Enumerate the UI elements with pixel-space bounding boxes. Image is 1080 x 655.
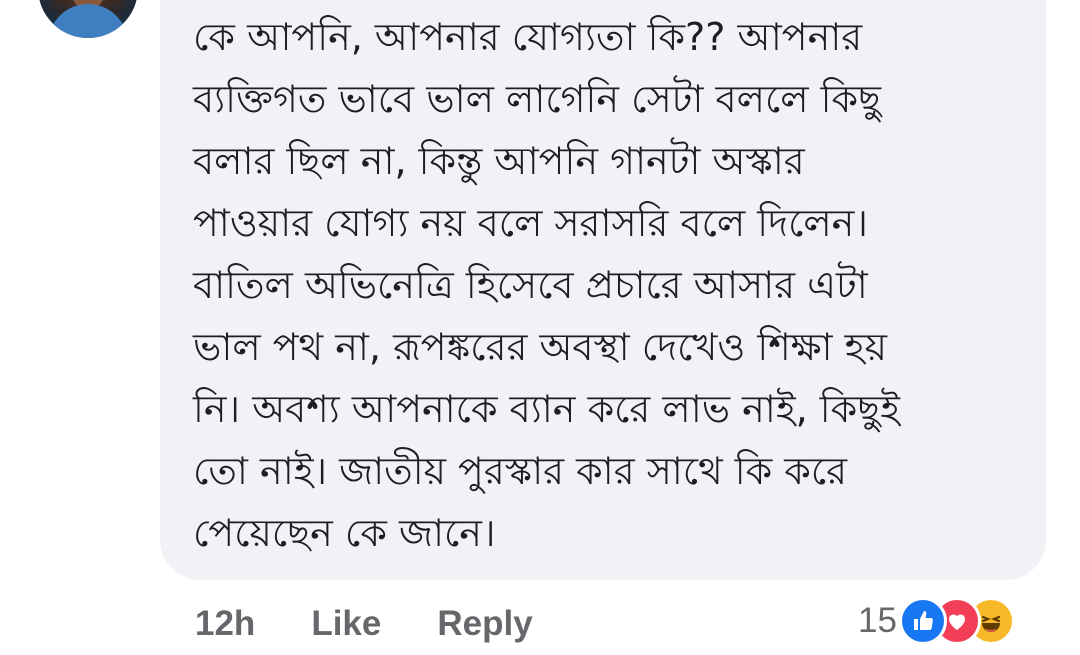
comment-text: কে আপনি, আপনার যোগ্যতা কি?? আপনার ব্যক্ত… bbox=[193, 6, 1013, 564]
comment-line: বাতিল অভিনেত্রি হিসেবে প্রচারে আসার এটা bbox=[193, 263, 868, 307]
comment-actions: 12h Like Reply bbox=[195, 600, 533, 648]
avatar-shirt bbox=[48, 4, 128, 38]
comment-line: পাওয়ার যোগ্য নয় বলে সরাসরি বলে দিলেন। bbox=[193, 201, 868, 245]
comment: কে আপনি, আপনার যোগ্যতা কি?? আপনার ব্যক্ত… bbox=[0, 0, 1080, 655]
like-icon bbox=[898, 597, 947, 645]
reaction-count[interactable]: 15 bbox=[858, 601, 897, 641]
comment-line: নি। অবশ্য আপনাকে ব্যান করে লাভ নাই, কিছু… bbox=[193, 387, 901, 431]
comment-line: ভাল পথ না, রূপঙ্করের অবস্থা দেখেও শিক্ষা… bbox=[193, 325, 888, 369]
reply-button[interactable]: Reply bbox=[437, 604, 532, 644]
like-button[interactable]: Like bbox=[311, 604, 381, 644]
comment-line: পেয়েছেন কে জানে। bbox=[193, 511, 496, 555]
comment-line: ব্যক্তিগত ভাবে ভাল লাগেনি সেটা বললে কিছু bbox=[193, 77, 882, 121]
comment-timestamp[interactable]: 12h bbox=[195, 604, 255, 644]
comment-line: তো নাই। জাতীয় পুরস্কার কার সাথে কি করে bbox=[193, 449, 848, 493]
reaction-summary[interactable]: 15 bbox=[858, 596, 1015, 646]
comment-line: বলার ছিল না, কিন্তু আপনি গানটা অস্কার bbox=[193, 139, 805, 183]
avatar[interactable] bbox=[38, 0, 138, 38]
comment-line: কে আপনি, আপনার যোগ্যতা কি?? আপনার bbox=[193, 15, 863, 59]
